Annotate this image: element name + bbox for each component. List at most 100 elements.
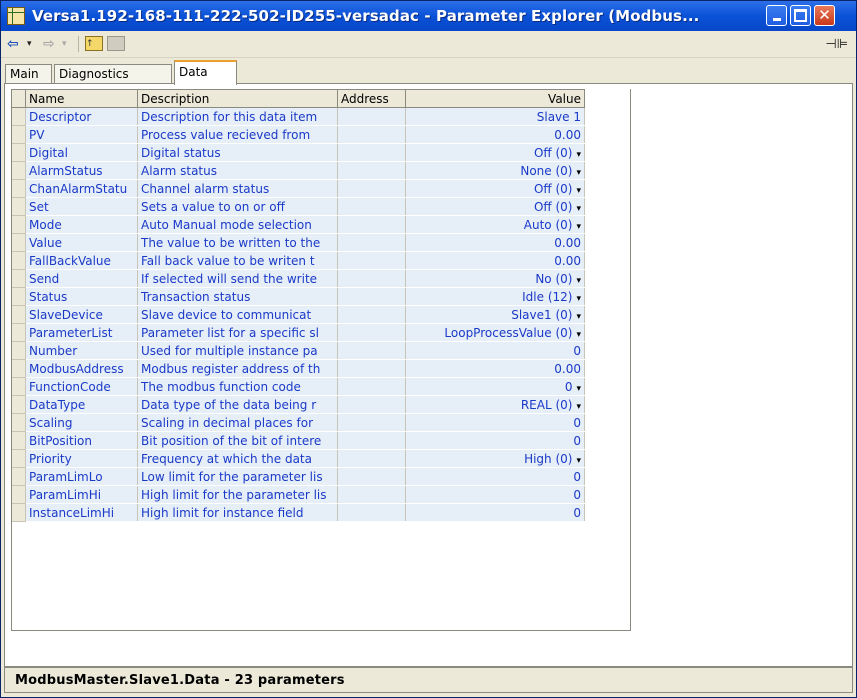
parameter-address[interactable]: [337, 485, 406, 504]
parameter-name[interactable]: Digital: [25, 143, 138, 162]
row-selector[interactable]: [11, 179, 26, 198]
parameter-name[interactable]: BitPosition: [25, 431, 138, 450]
parameter-name[interactable]: Value: [25, 233, 138, 252]
row-selector[interactable]: [11, 485, 26, 504]
parameter-address[interactable]: [337, 197, 406, 216]
parameter-value-dropdown[interactable]: Off (0) ▾: [405, 179, 585, 198]
parameter-value-dropdown[interactable]: REAL (0) ▾: [405, 395, 585, 414]
parameter-value-field[interactable]: 0: [405, 467, 585, 486]
parameter-address[interactable]: [337, 143, 406, 162]
row-selector[interactable]: [11, 341, 26, 360]
column-header-name[interactable]: Name: [25, 89, 138, 108]
table-row[interactable]: ChanAlarmStatu Channel alarm status Off (0…: [11, 179, 585, 198]
parameter-name[interactable]: FallBackValue: [25, 251, 138, 270]
parameter-address[interactable]: [337, 323, 406, 342]
column-header-description[interactable]: Description: [137, 89, 338, 108]
row-selector[interactable]: [11, 161, 26, 180]
parameter-name[interactable]: Number: [25, 341, 138, 360]
row-selector[interactable]: [11, 449, 26, 468]
parameter-name[interactable]: ModbusAddress: [25, 359, 138, 378]
parameter-name[interactable]: ParamLimHi: [25, 485, 138, 504]
parameter-value-dropdown[interactable]: Idle (12) ▾: [405, 287, 585, 306]
dropdown-arrow-icon[interactable]: ▾: [576, 186, 581, 196]
row-selector[interactable]: [11, 431, 26, 450]
table-row[interactable]: Priority Frequency at which the data High …: [11, 449, 585, 468]
dropdown-arrow-icon[interactable]: ▾: [576, 330, 581, 340]
table-row[interactable]: Send If selected will send the write No (0…: [11, 269, 585, 288]
row-selector[interactable]: [11, 269, 26, 288]
tab-main[interactable]: Main: [5, 64, 52, 84]
parameter-address[interactable]: [337, 449, 406, 468]
row-selector[interactable]: [11, 467, 26, 486]
folder-icon[interactable]: [107, 36, 125, 51]
forward-arrow-icon[interactable]: ⇨: [43, 34, 55, 54]
row-selector[interactable]: [11, 377, 26, 396]
parameter-name[interactable]: Descriptor: [25, 107, 138, 126]
parameter-value-dropdown[interactable]: Auto (0) ▾: [405, 215, 585, 234]
parameter-name[interactable]: ChanAlarmStatu: [25, 179, 138, 198]
table-row[interactable]: AlarmStatus Alarm status None (0) ▾: [11, 161, 585, 180]
parameter-value-dropdown[interactable]: High (0) ▾: [405, 449, 585, 468]
parameter-name[interactable]: ParameterList: [25, 323, 138, 342]
dropdown-arrow-icon[interactable]: ▾: [576, 222, 581, 232]
table-row[interactable]: ParameterList Parameter list for a specif…: [11, 323, 585, 342]
parameter-value-field[interactable]: 0.00: [405, 359, 585, 378]
table-row[interactable]: PV Process value recieved from 0.00: [11, 125, 585, 144]
dropdown-arrow-icon[interactable]: ▾: [576, 204, 581, 214]
parameter-value-field[interactable]: 0: [405, 341, 585, 360]
pin-icon[interactable]: ⊣⊫: [825, 34, 848, 54]
parameter-value-field[interactable]: 0.00: [405, 125, 585, 144]
parameter-name[interactable]: Send: [25, 269, 138, 288]
parameter-value-dropdown[interactable]: LoopProcessValue (0) ▾: [405, 323, 585, 342]
parameter-value-field[interactable]: 0.00: [405, 233, 585, 252]
parameter-address[interactable]: [337, 503, 406, 522]
table-row[interactable]: Scaling Scaling in decimal places for 0: [11, 413, 585, 432]
row-selector[interactable]: [11, 323, 26, 342]
parameter-address[interactable]: [337, 431, 406, 450]
close-button[interactable]: ✕: [814, 5, 835, 26]
parameter-address[interactable]: [337, 179, 406, 198]
parameter-value-dropdown[interactable]: Off (0) ▾: [405, 197, 585, 216]
parameter-name[interactable]: InstanceLimHi: [25, 503, 138, 522]
parameter-name[interactable]: Scaling: [25, 413, 138, 432]
parameter-value-field[interactable]: 0: [405, 485, 585, 504]
row-selector[interactable]: [11, 413, 26, 432]
table-row[interactable]: InstanceLimHi High limit for instance fie…: [11, 503, 585, 522]
parameter-name[interactable]: PV: [25, 125, 138, 144]
parameter-name[interactable]: FunctionCode: [25, 377, 138, 396]
parameter-value-field[interactable]: 0.00: [405, 251, 585, 270]
row-selector[interactable]: [11, 197, 26, 216]
title-bar[interactable]: Versa1.192-168-111-222-502-ID255-versada…: [1, 1, 856, 31]
table-row[interactable]: Digital Digital status Off (0) ▾: [11, 143, 585, 162]
dropdown-arrow-icon[interactable]: ▾: [576, 294, 581, 304]
minimize-button[interactable]: [766, 5, 787, 26]
parameter-address[interactable]: [337, 107, 406, 126]
table-row[interactable]: Number Used for multiple instance pa 0: [11, 341, 585, 360]
table-row[interactable]: Set Sets a value to on or off Off (0) ▾: [11, 197, 585, 216]
table-row[interactable]: Value The value to be written to the 0.00: [11, 233, 585, 252]
row-selector[interactable]: [11, 125, 26, 144]
parameter-address[interactable]: [337, 413, 406, 432]
parameter-name[interactable]: Mode: [25, 215, 138, 234]
parameter-address[interactable]: [337, 233, 406, 252]
dropdown-arrow-icon[interactable]: ▾: [576, 150, 581, 160]
parameter-address[interactable]: [337, 161, 406, 180]
parameter-name[interactable]: DataType: [25, 395, 138, 414]
row-selector[interactable]: [11, 395, 26, 414]
parameter-address[interactable]: [337, 125, 406, 144]
table-row[interactable]: Descriptor Description for this data item…: [11, 107, 585, 126]
up-folder-icon[interactable]: ↑: [85, 36, 103, 51]
parameter-value-dropdown[interactable]: None (0) ▾: [405, 161, 585, 180]
parameter-address[interactable]: [337, 287, 406, 306]
parameter-address[interactable]: [337, 359, 406, 378]
parameter-value-field[interactable]: Slave 1: [405, 107, 585, 126]
parameter-name[interactable]: ParamLimLo: [25, 467, 138, 486]
dropdown-arrow-icon[interactable]: ▾: [576, 312, 581, 322]
column-header-value[interactable]: Value: [405, 89, 585, 108]
dropdown-arrow-icon[interactable]: ▾: [576, 168, 581, 178]
row-selector[interactable]: [11, 503, 26, 522]
dropdown-arrow-icon[interactable]: ▾: [576, 402, 581, 412]
table-row[interactable]: FallBackValue Fall back value to be write…: [11, 251, 585, 270]
table-row[interactable]: ParamLimLo Low limit for the parameter li…: [11, 467, 585, 486]
parameter-name[interactable]: Set: [25, 197, 138, 216]
